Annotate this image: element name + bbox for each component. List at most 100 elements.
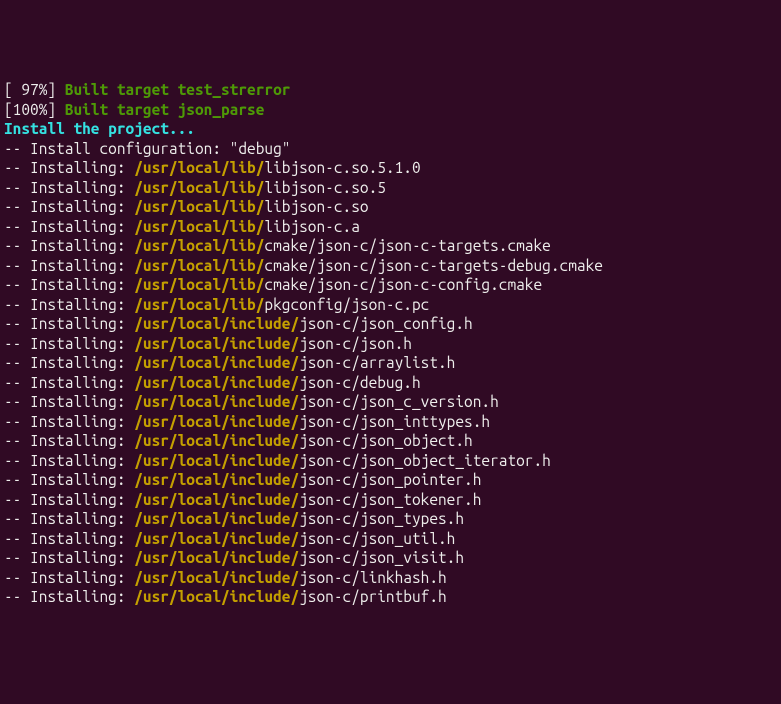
terminal-segment: -- Installing: [4, 257, 134, 274]
terminal-line: -- Installing: /usr/local/lib/libjson-c.… [4, 197, 777, 217]
terminal-line: -- Installing: /usr/local/include/json-c… [4, 373, 777, 393]
terminal-segment: Built target test_strerror [65, 81, 291, 98]
terminal-segment: /usr/local/include/ [134, 432, 299, 449]
terminal-segment: -- Installing: [4, 315, 134, 332]
terminal-line: -- Installing: /usr/local/include/json-c… [4, 353, 777, 373]
terminal-segment: pkgconfig/json-c.pc [264, 296, 429, 313]
terminal-segment: libjson-c.so [264, 198, 368, 215]
terminal-segment: /usr/local/include/ [134, 549, 299, 566]
terminal-segment: json-c/json_types.h [299, 510, 464, 527]
terminal-segment: Built target json_parse [65, 101, 265, 118]
terminal-line: [ 97%] Built target test_strerror [4, 80, 777, 100]
terminal-segment: /usr/local/include/ [134, 471, 299, 488]
terminal-line: -- Installing: /usr/local/include/json-c… [4, 509, 777, 529]
terminal-segment: -- Installing: [4, 179, 134, 196]
terminal-segment: Install the project... [4, 120, 195, 137]
terminal-segment: /usr/local/lib/ [134, 237, 264, 254]
terminal-line: -- Installing: /usr/local/include/json-c… [4, 431, 777, 451]
terminal-line: -- Installing: /usr/local/include/json-c… [4, 529, 777, 549]
terminal-segment: /usr/local/include/ [134, 588, 299, 605]
terminal-segment: /usr/local/include/ [134, 335, 299, 352]
terminal-segment: -- Installing: [4, 588, 134, 605]
terminal-segment: /usr/local/lib/ [134, 179, 264, 196]
terminal-segment: json-c/arraylist.h [299, 354, 455, 371]
terminal-line: -- Installing: /usr/local/include/json-c… [4, 392, 777, 412]
terminal-line: -- Installing: /usr/local/lib/cmake/json… [4, 275, 777, 295]
terminal-segment: /usr/local/include/ [134, 354, 299, 371]
terminal-segment: -- Installing: [4, 432, 134, 449]
terminal-segment: /usr/local/lib/ [134, 296, 264, 313]
terminal-segment: -- Installing: [4, 452, 134, 469]
terminal-segment: -- Installing: [4, 159, 134, 176]
terminal-line: -- Installing: /usr/local/include/json-c… [4, 314, 777, 334]
terminal-line: -- Installing: /usr/local/lib/libjson-c.… [4, 158, 777, 178]
terminal-segment: /usr/local/lib/ [134, 198, 264, 215]
terminal-segment: -- Installing: [4, 549, 134, 566]
terminal-segment: /usr/local/lib/ [134, 257, 264, 274]
terminal-segment: -- Installing: [4, 276, 134, 293]
terminal-segment: -- Installing: [4, 335, 134, 352]
terminal-line: -- Installing: /usr/local/include/json-c… [4, 568, 777, 588]
terminal-segment: -- Installing: [4, 491, 134, 508]
terminal-segment: -- Install configuration: "debug" [4, 140, 290, 157]
terminal-segment: -- Installing: [4, 510, 134, 527]
terminal-segment: -- Installing: [4, 374, 134, 391]
terminal-segment: json-c/json_c_version.h [299, 393, 499, 410]
terminal-segment: libjson-c.so.5.1.0 [264, 159, 420, 176]
terminal-line: -- Install configuration: "debug" [4, 139, 777, 159]
terminal-line: -- Installing: /usr/local/lib/cmake/json… [4, 256, 777, 276]
terminal-segment: libjson-c.a [264, 218, 359, 235]
terminal-segment: json-c/linkhash.h [299, 569, 447, 586]
terminal-line: Install the project... [4, 119, 777, 139]
terminal-line: -- Installing: /usr/local/lib/cmake/json… [4, 236, 777, 256]
terminal-segment: /usr/local/include/ [134, 374, 299, 391]
terminal-segment: -- Installing: [4, 530, 134, 547]
terminal-segment: cmake/json-c/json-c-config.cmake [264, 276, 542, 293]
terminal-segment: /usr/local/include/ [134, 510, 299, 527]
terminal-segment: /usr/local/include/ [134, 452, 299, 469]
terminal-segment: /usr/local/include/ [134, 315, 299, 332]
terminal-line: [100%] Built target json_parse [4, 100, 777, 120]
terminal-line: -- Installing: /usr/local/lib/libjson-c.… [4, 178, 777, 198]
terminal-segment: /usr/local/include/ [134, 491, 299, 508]
terminal-line: -- Installing: /usr/local/lib/pkgconfig/… [4, 295, 777, 315]
terminal-segment: -- Installing: [4, 569, 134, 586]
terminal-segment: /usr/local/include/ [134, 413, 299, 430]
terminal-segment: cmake/json-c/json-c-targets.cmake [264, 237, 550, 254]
terminal-line: -- Installing: /usr/local/include/json-c… [4, 470, 777, 490]
terminal-segment: -- Installing: [4, 354, 134, 371]
terminal-segment: -- Installing: [4, 471, 134, 488]
terminal-segment: json-c/json_util.h [299, 530, 455, 547]
terminal-segment: -- Installing: [4, 237, 134, 254]
terminal-segment: cmake/json-c/json-c-targets-debug.cmake [264, 257, 603, 274]
terminal-segment: /usr/local/include/ [134, 530, 299, 547]
terminal-segment: /usr/local/lib/ [134, 159, 264, 176]
terminal-segment: libjson-c.so.5 [264, 179, 386, 196]
terminal-segment: -- Installing: [4, 218, 134, 235]
terminal-segment: /usr/local/include/ [134, 393, 299, 410]
terminal-line: -- Installing: /usr/local/include/json-c… [4, 412, 777, 432]
terminal-segment: -- Installing: [4, 393, 134, 410]
terminal-segment: /usr/local/lib/ [134, 218, 264, 235]
terminal-segment: json-c/printbuf.h [299, 588, 447, 605]
terminal-segment: json-c/json_visit.h [299, 549, 464, 566]
terminal-segment: json-c/json_inttypes.h [299, 413, 490, 430]
terminal-segment: -- Installing: [4, 296, 134, 313]
terminal-segment: /usr/local/lib/ [134, 276, 264, 293]
terminal-segment: json-c/debug.h [299, 374, 421, 391]
terminal-line: -- Installing: /usr/local/include/json-c… [4, 490, 777, 510]
terminal-segment: -- Installing: [4, 413, 134, 430]
terminal-output: [ 97%] Built target test_strerror[100%] … [4, 80, 777, 607]
terminal-segment: json-c/json_tokener.h [299, 491, 481, 508]
terminal-segment: json-c/json.h [299, 335, 412, 352]
terminal-segment: /usr/local/include/ [134, 569, 299, 586]
terminal-line: -- Installing: /usr/local/include/json-c… [4, 548, 777, 568]
terminal-segment: json-c/json_config.h [299, 315, 473, 332]
terminal-segment: json-c/json_object_iterator.h [299, 452, 551, 469]
terminal-segment: [ 97%] [4, 81, 65, 98]
terminal-line: -- Installing: /usr/local/include/json-c… [4, 451, 777, 471]
terminal-segment: [100%] [4, 101, 65, 118]
terminal-segment: -- Installing: [4, 198, 134, 215]
terminal-line: -- Installing: /usr/local/include/json-c… [4, 587, 777, 607]
terminal-line: -- Installing: /usr/local/lib/libjson-c.… [4, 217, 777, 237]
